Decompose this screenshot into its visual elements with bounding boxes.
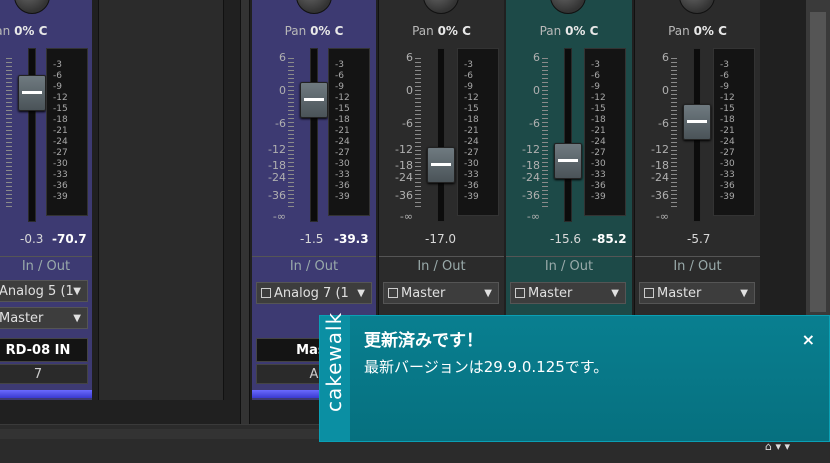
output-select[interactable]: Master ▼ xyxy=(639,282,755,304)
cakewalk-logo: cakewalk xyxy=(322,311,346,412)
level-meter: -3 -6 -9 -12 -15 -18 -21 -24 -27 -30 -33 -36 -39 xyxy=(713,48,755,216)
pan-readout: Pan 0% C xyxy=(284,24,344,38)
output-select[interactable]: Master ▼ xyxy=(383,282,499,304)
volume-fader[interactable] xyxy=(683,104,711,140)
in-out-label: In / Out xyxy=(0,256,92,277)
level-meter: -3 -6 -9 -12 -15 -18 -21 -24 -27 -30 -33 -36 -39 xyxy=(584,48,626,216)
update-notification: cakewalk 更新済みです！ 最新バージョンは29.9.0.125です。 × xyxy=(319,312,830,442)
notification-title: 更新済みです！ xyxy=(364,331,483,351)
pan-knob[interactable] xyxy=(296,0,332,14)
track-color-bar xyxy=(0,390,92,398)
fader-track xyxy=(437,48,445,222)
volume-fader[interactable] xyxy=(300,82,328,118)
pan-knob[interactable] xyxy=(679,0,715,14)
pan-knob[interactable] xyxy=(423,0,459,14)
vertical-scrollbar[interactable] xyxy=(806,0,830,315)
dropdown-arrow-icon: ▼ xyxy=(611,288,619,299)
volume-value[interactable]: -15.6 xyxy=(550,232,581,246)
level-meter: -3 -6 -9 -12 -15 -18 -21 -24 -27 -30 -33 -36 -39 xyxy=(457,48,499,216)
volume-fader[interactable] xyxy=(427,147,455,183)
level-meter: -3 -6 -9 -12 -15 -18 -21 -24 -27 -30 -33 -36 -39 xyxy=(328,48,370,216)
output-icon xyxy=(515,287,525,298)
pan-readout: Pan 0% C xyxy=(668,24,727,38)
notification-message: 最新バージョンは29.9.0.125です。 xyxy=(364,358,609,376)
in-out-label: In / Out xyxy=(506,256,632,277)
output-icon xyxy=(644,287,654,298)
dropdown-arrow-icon: ▼ xyxy=(357,288,365,299)
dropdown-arrow-icon: ▼ xyxy=(73,286,81,297)
volume-fader[interactable] xyxy=(554,143,582,179)
output-icon xyxy=(388,287,398,298)
fader-ticks xyxy=(6,58,12,208)
in-out-label: In / Out xyxy=(252,256,376,277)
track-number: 7 xyxy=(0,364,88,384)
output-select[interactable]: Master ▼ xyxy=(510,282,626,304)
output-select[interactable]: Master ▼ xyxy=(0,307,88,329)
channel-strip-1: Pan 0% C -3-6-9-12-15-18-21-24-27-30-33-… xyxy=(0,0,92,400)
brand-strip: cakewalk xyxy=(320,312,350,441)
fader-track xyxy=(564,48,572,222)
pan-knob[interactable] xyxy=(14,0,50,14)
pan-knob[interactable] xyxy=(550,0,586,14)
fader-track xyxy=(310,48,318,222)
fader-ticks xyxy=(542,58,548,208)
strip-divider[interactable] xyxy=(240,0,250,424)
input-select[interactable]: Analog 5 (1 ▼ xyxy=(0,280,88,302)
volume-fader[interactable] xyxy=(18,75,46,111)
console-view: Pan 0% C -3-6-9-12-15-18-21-24-27-30-33-… xyxy=(0,0,830,463)
input-icon xyxy=(261,287,271,298)
pan-readout: Pan 0% C xyxy=(539,24,599,38)
close-icon[interactable]: × xyxy=(802,330,815,349)
dropdown-arrow-icon: ▼ xyxy=(740,288,748,299)
in-out-label: In / Out xyxy=(379,256,504,277)
volume-value[interactable]: -0.3 xyxy=(20,232,43,246)
dropdown-arrow-icon: ▼ xyxy=(484,288,492,299)
pan-readout: Pan 0% C xyxy=(412,24,471,38)
fader-ticks xyxy=(415,58,421,208)
level-meter: -3 -6 -9 -12 -15 -18 -21 -24 -27 -30 -33 -36 -39 xyxy=(46,48,88,216)
in-out-label: In / Out xyxy=(635,256,760,277)
peak-value: -39.3 xyxy=(334,232,369,246)
input-select[interactable]: Analog 7 (1 ▼ xyxy=(256,282,372,304)
pan-readout: Pan 0% C xyxy=(0,24,48,38)
track-name[interactable]: RD-08 IN xyxy=(0,338,88,362)
scrollbar-thumb[interactable] xyxy=(810,12,826,312)
fader-ticks xyxy=(288,58,294,208)
empty-strip-area xyxy=(98,0,224,400)
fader-ticks xyxy=(671,58,677,208)
peak-value: -70.7 xyxy=(52,232,87,246)
dropdown-arrow-icon: ▼ xyxy=(73,313,81,324)
volume-value[interactable]: -1.5 xyxy=(300,232,323,246)
peak-value: -85.2 xyxy=(592,232,627,246)
volume-value[interactable]: -5.7 xyxy=(687,232,710,246)
volume-value[interactable]: -17.0 xyxy=(425,232,456,246)
